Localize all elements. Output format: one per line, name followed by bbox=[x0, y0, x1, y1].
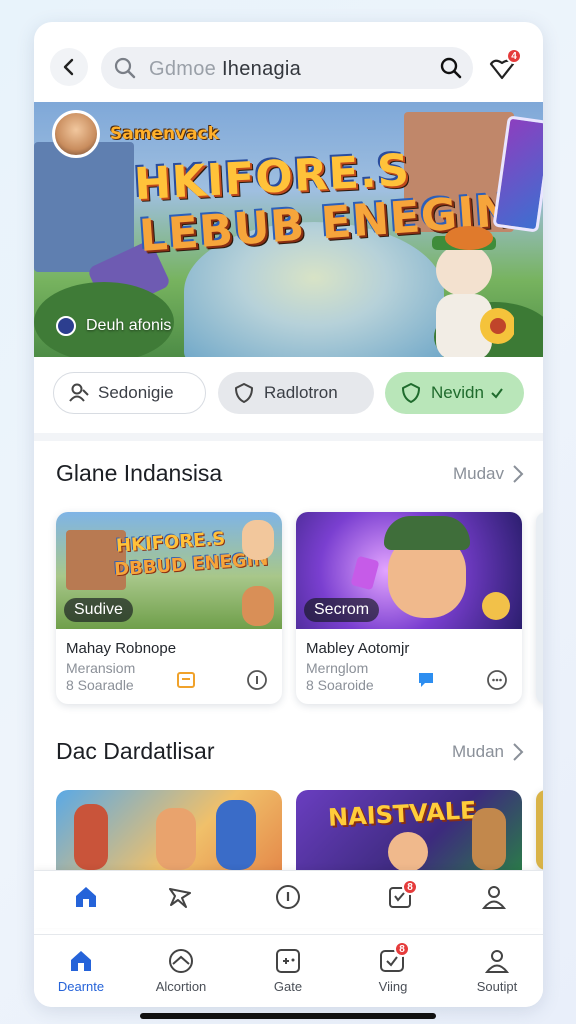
shield-icon bbox=[235, 383, 253, 403]
chip-nevidn[interactable]: Nevidn bbox=[385, 372, 524, 414]
game-card-banner[interactable] bbox=[56, 790, 282, 870]
user-icon[interactable] bbox=[480, 883, 508, 911]
user-icon bbox=[484, 950, 510, 973]
card-tag: Sudive bbox=[64, 598, 133, 622]
thumb-gem bbox=[350, 555, 380, 591]
tab-viing[interactable]: 8 Viing bbox=[348, 941, 438, 994]
search-icon bbox=[114, 57, 136, 79]
tab-dearnte[interactable]: Dearnte bbox=[36, 947, 126, 994]
thumb-character bbox=[242, 586, 274, 626]
tab-label: Viing bbox=[378, 979, 408, 994]
search-text: Gdmoe Ihenagia bbox=[149, 58, 302, 80]
card-title: Mahay Robnope bbox=[66, 640, 177, 657]
home-icon bbox=[71, 951, 91, 971]
section-title: Glane Indansisa bbox=[56, 460, 223, 486]
game-card-banner[interactable]: NAISTVALE bbox=[296, 790, 522, 870]
hero-building bbox=[34, 142, 134, 272]
back-button[interactable] bbox=[50, 48, 88, 86]
notification-button[interactable]: 4 bbox=[485, 48, 522, 84]
hero-character bbox=[432, 226, 514, 357]
tab-soutipt[interactable]: Soutipt bbox=[452, 947, 542, 994]
section-divider bbox=[34, 433, 543, 441]
game-card-peek[interactable] bbox=[536, 790, 543, 870]
tab-label: Dearnte bbox=[57, 979, 105, 994]
game-card-peek[interactable] bbox=[536, 512, 543, 704]
section-header: Dac Dardatlisar Mudan bbox=[56, 738, 524, 765]
more-circle-icon[interactable] bbox=[486, 669, 508, 691]
tab-label: Soutipt bbox=[476, 979, 518, 994]
game-card[interactable]: HKIFORE.S DBBUD ENEGIN Sudive Mahay Robn… bbox=[56, 512, 282, 704]
hero-banner[interactable]: Samenvack HKIFORE.S LEBUB ENEGIN Deuh af… bbox=[34, 102, 543, 357]
section-title: Dac Dardatlisar bbox=[56, 738, 215, 764]
shortcut-bar: 8 bbox=[34, 870, 543, 928]
hero-subtitle: Deuh afonis bbox=[86, 317, 172, 334]
card-meta: 8 Soaradle bbox=[66, 677, 134, 693]
thumb-character bbox=[156, 808, 196, 870]
see-more-label: Mudav bbox=[452, 463, 504, 483]
calendar-badge: 8 bbox=[402, 879, 418, 895]
thumb-character bbox=[216, 800, 256, 870]
see-more-link[interactable]: Mudan bbox=[452, 742, 524, 762]
hero-subtitle-row: Deuh afonis bbox=[56, 316, 171, 336]
card-tag: Secrom bbox=[304, 598, 380, 622]
hero-avatar bbox=[52, 110, 100, 158]
tab-gate[interactable]: Gate bbox=[243, 947, 333, 994]
hero-subtitle-icon bbox=[56, 316, 76, 336]
hero-username: Samenvack bbox=[110, 124, 219, 144]
info-icon[interactable] bbox=[274, 883, 302, 911]
app-screen: Gdmoe Ihenagia 4 Samenvack HKIFORE.S LEB… bbox=[34, 22, 543, 1007]
user-icon bbox=[69, 383, 89, 402]
see-more-link[interactable]: Mudav bbox=[453, 464, 524, 484]
search-submit-icon[interactable] bbox=[439, 56, 463, 80]
card-subtitle: Meransiom bbox=[66, 660, 136, 676]
calendar-tab[interactable]: 8 bbox=[386, 879, 418, 913]
section-header: Glane Indansisa Mudav bbox=[56, 460, 524, 487]
filter-chips: Sedonigie Radlotron Nevidn bbox=[34, 357, 543, 433]
home-indicator[interactable] bbox=[140, 1013, 436, 1019]
bottom-tab-bar: Dearnte Alcortion Gate 8 Viing Soutipt bbox=[34, 934, 543, 1007]
top-bar: Gdmoe Ihenagia 4 bbox=[34, 22, 543, 102]
thumb-hat bbox=[384, 516, 470, 550]
star-icon[interactable] bbox=[166, 883, 194, 911]
info-circle-icon[interactable] bbox=[246, 669, 268, 691]
card-meta: 8 Soaroide bbox=[306, 677, 374, 693]
shield-check-icon bbox=[402, 383, 420, 403]
controller-icon bbox=[169, 949, 193, 973]
chip-label: Radlotron bbox=[264, 383, 338, 402]
card-title: Mabley Aotomjr bbox=[306, 640, 410, 657]
tab-badge: 8 bbox=[394, 941, 410, 957]
thumb-character bbox=[388, 832, 428, 870]
banner-title: NAISTVALE bbox=[327, 796, 478, 832]
chip-radlotron[interactable]: Radlotron bbox=[218, 372, 374, 414]
chip-label: Sedonigie bbox=[98, 383, 174, 402]
thumb-character bbox=[472, 808, 506, 870]
tab-label: Alcortion bbox=[155, 979, 207, 994]
search-input[interactable]: Gdmoe Ihenagia bbox=[101, 47, 473, 89]
thumb-character bbox=[74, 804, 108, 870]
chip-sedonigie[interactable]: Sedonigie bbox=[53, 372, 206, 414]
notification-badge: 4 bbox=[506, 48, 522, 64]
check-icon bbox=[491, 388, 503, 399]
tab-alcortion[interactable]: Alcortion bbox=[136, 947, 226, 994]
chevron-right-icon bbox=[513, 464, 524, 483]
tab-label: Gate bbox=[273, 979, 303, 994]
thumb-shield bbox=[482, 592, 510, 620]
chevron-right-icon bbox=[513, 742, 524, 761]
viing-icon-wrap: 8 bbox=[378, 941, 410, 975]
calendar-icon bbox=[177, 672, 195, 688]
chip-label: Nevidn bbox=[431, 383, 484, 402]
card-subtitle: Mernglom bbox=[306, 660, 369, 676]
gamepad-icon bbox=[276, 949, 300, 973]
chat-icon bbox=[419, 673, 433, 687]
thumb-character bbox=[242, 520, 274, 560]
chevron-left-icon bbox=[63, 58, 74, 76]
game-card[interactable]: Secrom Mabley Aotomjr Mernglom 8 Soaroid… bbox=[296, 512, 522, 704]
see-more-label: Mudan bbox=[452, 741, 504, 761]
home-icon[interactable] bbox=[72, 883, 100, 911]
